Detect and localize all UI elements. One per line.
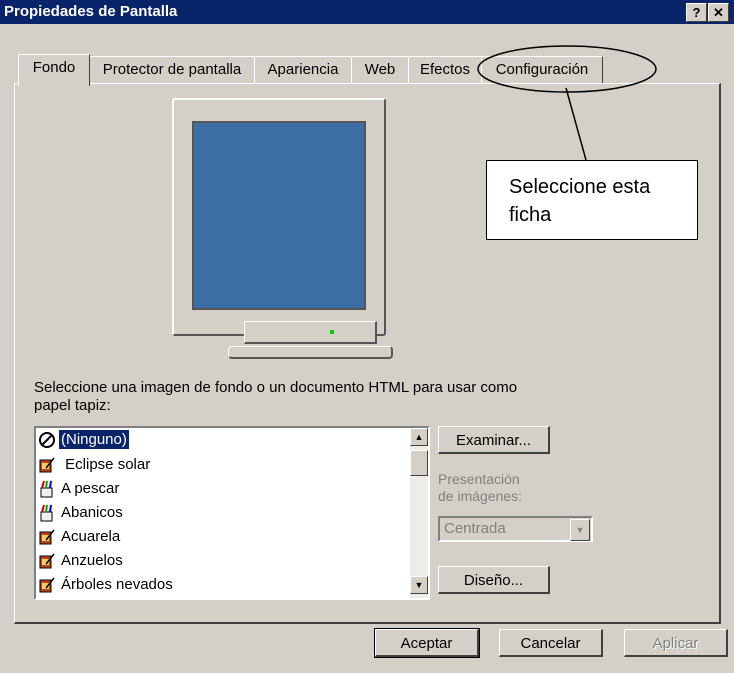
prompt-line1: Seleccione una imagen de fondo o un docu… — [34, 379, 518, 396]
list-item[interactable]: Anzuelos — [38, 550, 125, 574]
scroll-thumb[interactable] — [410, 450, 428, 476]
scroll-up-icon[interactable]: ▲ — [410, 428, 428, 446]
apply-button[interactable]: Aplicar — [624, 629, 728, 657]
display-properties-dialog: Propiedades de Pantalla ? ✕ Fondo Protec… — [0, 0, 734, 673]
list-item[interactable]: Eclipse solar — [38, 454, 152, 478]
cancel-button[interactable]: Cancelar — [499, 629, 603, 657]
wallpaper-prompt: Seleccione una imagen de fondo o un docu… — [34, 379, 594, 415]
list-item[interactable]: Abanicos — [38, 502, 125, 526]
browse-button[interactable]: Examinar... — [438, 426, 550, 454]
image-file-icon — [38, 456, 56, 474]
list-item[interactable]: A pescar — [38, 478, 121, 502]
picture-display-label: Presentación de imágenes: — [438, 471, 523, 504]
callout-pointer — [565, 87, 587, 161]
image-file-icon — [38, 576, 56, 594]
callout-line2: ficha — [509, 204, 552, 226]
html-file-icon — [38, 480, 56, 498]
callout-ellipse — [477, 45, 657, 93]
picture-display-select[interactable]: Centrada ▼ — [438, 516, 593, 542]
list-scrollbar[interactable]: ▲ ▼ — [410, 428, 428, 598]
chevron-down-icon[interactable]: ▼ — [570, 519, 590, 541]
image-file-icon — [38, 552, 56, 570]
wallpaper-list[interactable]: (Ninguno) Eclipse solar A pescar Abanico… — [34, 426, 430, 600]
list-item[interactable]: Árboles nevados — [38, 574, 175, 598]
html-file-icon — [38, 504, 56, 522]
list-item[interactable]: (Ninguno) — [38, 429, 129, 453]
none-icon — [38, 431, 56, 449]
image-file-icon — [38, 528, 56, 546]
picture-display-value: Centrada — [444, 520, 506, 537]
scroll-down-icon[interactable]: ▼ — [410, 576, 428, 594]
prompt-line2: papel tapiz: — [34, 397, 111, 414]
list-item[interactable]: Acuarela — [38, 526, 122, 550]
pattern-button[interactable]: Diseño... — [438, 566, 550, 594]
ok-button[interactable]: Aceptar — [374, 628, 480, 658]
tab-fondo[interactable]: Fondo — [18, 54, 90, 86]
callout-line1: Seleccione esta — [509, 176, 651, 198]
callout-box: Seleccione esta ficha — [486, 160, 698, 240]
